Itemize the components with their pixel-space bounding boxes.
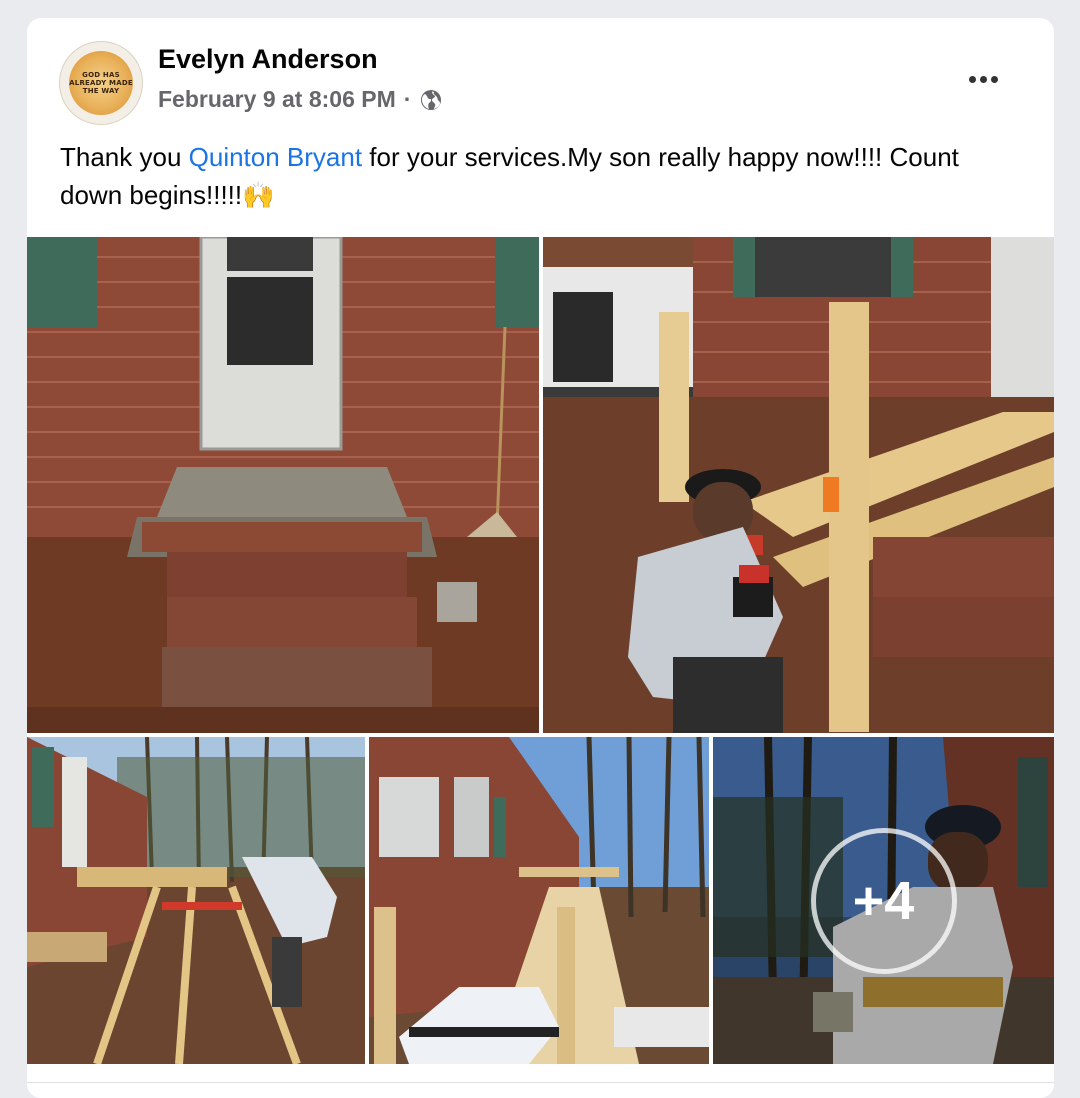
more-options-icon <box>968 75 976 83</box>
author-name[interactable]: Evelyn Anderson <box>158 44 378 75</box>
post-meta: February 9 at 8:06 PM · <box>158 86 443 113</box>
more-photos-ring: +4 <box>810 827 957 974</box>
post-text-before: Thank you <box>60 142 189 172</box>
more-photos-count: +4 <box>852 870 915 931</box>
avatar-text-line-1: GOD HAS <box>82 71 120 79</box>
post-footer-divider <box>27 1082 1054 1098</box>
photo-brick-steps-before[interactable] <box>27 237 539 733</box>
post-card: GOD HAS ALREADY MADE THE WAY Evelyn Ande… <box>27 18 1054 1098</box>
globe-icon <box>419 88 443 112</box>
more-options-button[interactable] <box>963 70 1003 88</box>
avatar-text-line-3: THE WAY <box>82 87 120 95</box>
avatar-text-line-2: ALREADY MADE <box>69 79 133 87</box>
mention-link[interactable]: Quinton Bryant <box>189 142 362 172</box>
post-text: Thank you Quinton Bryant for your servic… <box>60 138 1020 214</box>
more-photos-overlay[interactable]: +4 <box>713 737 1054 1064</box>
avatar[interactable]: GOD HAS ALREADY MADE THE WAY <box>59 41 143 125</box>
photo-worker-closeup[interactable]: +4 <box>713 737 1054 1064</box>
post-timestamp[interactable]: February 9 at 8:06 PM <box>158 86 396 113</box>
avatar-logo: GOD HAS ALREADY MADE THE WAY <box>69 51 133 115</box>
post-header: GOD HAS ALREADY MADE THE WAY Evelyn Ande… <box>27 18 1054 138</box>
meta-separator: · <box>403 86 412 112</box>
photo-worker-building-frame[interactable] <box>543 237 1054 733</box>
photo-ramp-decking-in-progress[interactable] <box>369 737 709 1064</box>
photo-ramp-frame-side[interactable] <box>27 737 365 1064</box>
photo-grid: +4 <box>27 237 1054 1098</box>
